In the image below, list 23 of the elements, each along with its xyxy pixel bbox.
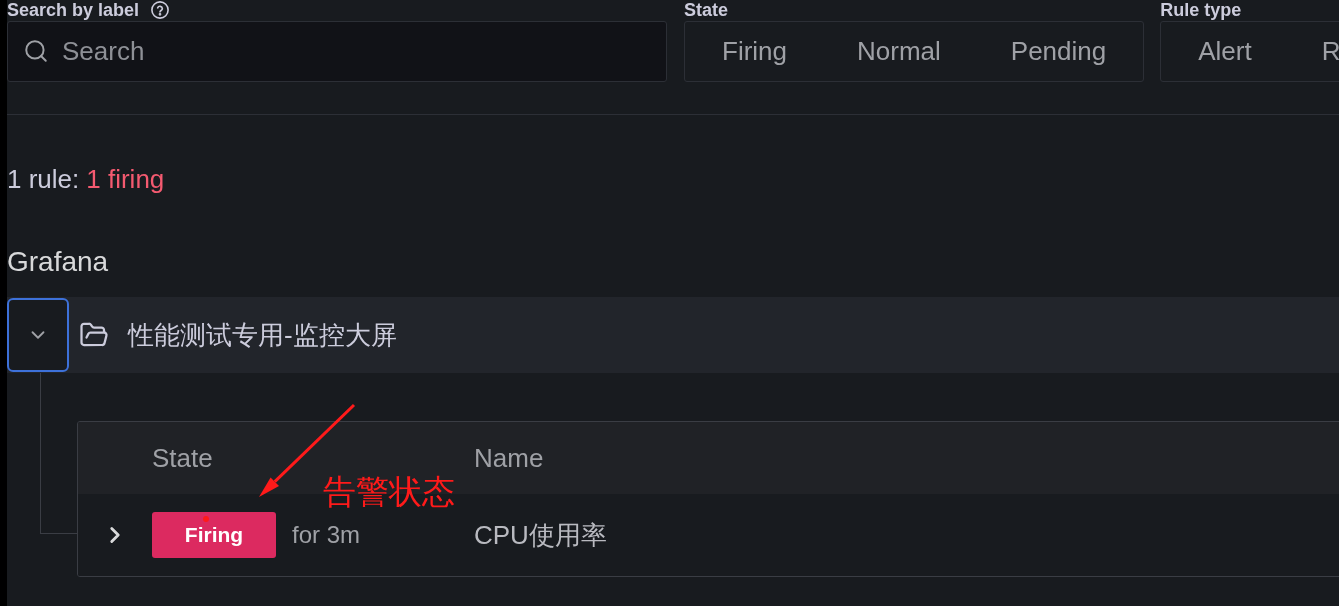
rule-name: CPU使用率 [474, 518, 607, 552]
section-title: Grafana [7, 245, 109, 279]
state-option[interactable]: Pending [975, 24, 1142, 79]
column-header: Name [474, 442, 544, 474]
filter-label: Search by label [7, 0, 140, 20]
rule-count: 1 rule: [7, 163, 80, 196]
state-option[interactable]: Firing [687, 24, 822, 79]
filter-label: Rule type [1160, 0, 1242, 20]
state-badge: Firing [152, 512, 276, 558]
rule-type-option[interactable]: Alert [1163, 24, 1287, 79]
firing-count: 1 firing [86, 163, 165, 196]
search-field[interactable]: Search [7, 21, 667, 82]
search-icon [23, 38, 49, 64]
column-header: State [152, 442, 213, 474]
help-icon [151, 1, 170, 19]
state-duration: for 3m [292, 521, 360, 549]
filter-label: State [684, 0, 728, 20]
annotation-dot-icon [203, 516, 209, 522]
annotation-label: 告警状态 [323, 474, 455, 510]
state-option[interactable]: Normal [822, 24, 976, 79]
rule-type-option[interactable]: R [1286, 24, 1339, 79]
folder-name: 性能测试专用-监控大屏 [128, 318, 397, 352]
collapse-button[interactable] [7, 298, 69, 372]
